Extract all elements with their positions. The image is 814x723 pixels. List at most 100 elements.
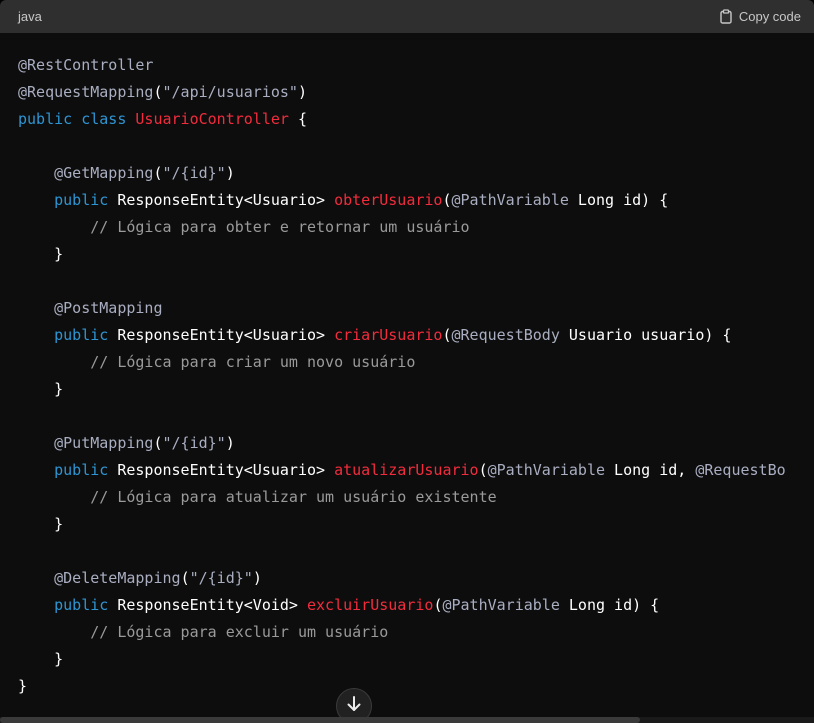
identifier-token xyxy=(18,434,54,452)
punctuation-token: ( xyxy=(153,434,163,452)
code-line: @RestController xyxy=(18,52,814,79)
annotation-token: @GetMapping xyxy=(54,164,154,182)
punctuation-token: { xyxy=(288,110,307,128)
punctuation-token: ( xyxy=(478,461,488,479)
code-line: // Lógica para obter e retornar um usuár… xyxy=(18,214,814,241)
horizontal-scrollbar[interactable] xyxy=(0,717,814,723)
code-text: @RestController @RequestMapping("/api/usu… xyxy=(0,33,814,700)
annotation-token: @DeleteMapping xyxy=(54,569,181,587)
comment-token: // Lógica para excluir um usuário xyxy=(90,623,389,641)
punctuation-token: ) xyxy=(252,569,262,587)
keyword-token: public xyxy=(54,596,109,614)
annotation-token: @RequestBody xyxy=(451,326,560,344)
method-name-token: atualizarUsuario xyxy=(334,461,479,479)
punctuation-token: } xyxy=(18,380,64,398)
type-token: ResponseEntity<Usuario> xyxy=(108,326,335,344)
punctuation-token: } xyxy=(18,677,28,695)
identifier-token xyxy=(18,326,54,344)
punctuation-token: ( xyxy=(442,191,452,209)
comment-token: // Lógica para criar um novo usuário xyxy=(90,353,416,371)
code-area[interactable]: @RestController @RequestMapping("/api/usu… xyxy=(0,33,814,723)
string-token: "/api/usuarios" xyxy=(162,83,298,101)
arrow-down-icon xyxy=(346,695,362,718)
annotation-token: @PathVariable xyxy=(487,461,606,479)
punctuation-token: ) xyxy=(297,83,307,101)
keyword-token: public xyxy=(54,326,109,344)
code-line: public ResponseEntity<Usuario> obterUsua… xyxy=(18,187,814,214)
identifier-token xyxy=(18,596,54,614)
annotation-token: @PathVariable xyxy=(451,191,569,209)
code-line: } xyxy=(18,511,814,538)
punctuation-token: } xyxy=(18,650,64,668)
code-block-header: java Copy code xyxy=(0,0,814,33)
annotation-token: @RestController xyxy=(18,56,154,74)
keyword-token: public xyxy=(54,191,109,209)
code-line: // Lógica para excluir um usuário xyxy=(18,619,814,646)
punctuation-token: ( xyxy=(442,326,452,344)
type-token: ResponseEntity<Usuario> xyxy=(108,461,335,479)
type-token: ResponseEntity<Void> xyxy=(108,596,307,614)
identifier-token: Long id, xyxy=(605,461,696,479)
identifier-token: Long id) { xyxy=(559,596,660,614)
identifier-token xyxy=(18,218,90,236)
annotation-token: @RequestBo xyxy=(695,461,786,479)
identifier-token xyxy=(18,191,54,209)
punctuation-token: ( xyxy=(153,83,163,101)
string-token: "/{id}" xyxy=(189,569,253,587)
identifier-token xyxy=(18,353,90,371)
code-line: } xyxy=(18,241,814,268)
punctuation-token: ) xyxy=(225,164,235,182)
identifier-token xyxy=(18,461,54,479)
code-line: } xyxy=(18,646,814,673)
code-line: @PostMapping xyxy=(18,295,814,322)
code-line: public ResponseEntity<Usuario> criarUsua… xyxy=(18,322,814,349)
identifier-token xyxy=(18,569,54,587)
annotation-token: @RequestMapping xyxy=(18,83,154,101)
code-line: public class UsuarioController { xyxy=(18,106,814,133)
method-name-token: obterUsuario xyxy=(334,191,443,209)
method-name-token: criarUsuario xyxy=(334,326,443,344)
language-label: java xyxy=(18,9,42,24)
type-token: ResponseEntity<Usuario> xyxy=(108,191,335,209)
code-line: @PutMapping("/{id}") xyxy=(18,430,814,457)
punctuation-token: ( xyxy=(180,569,190,587)
annotation-token: @PutMapping xyxy=(54,434,154,452)
identifier-token xyxy=(72,110,81,128)
identifier-token xyxy=(18,164,54,182)
punctuation-token: } xyxy=(18,515,64,533)
code-line: public ResponseEntity<Void> excluirUsuar… xyxy=(18,592,814,619)
code-line: public ResponseEntity<Usuario> atualizar… xyxy=(18,457,814,484)
code-line: @DeleteMapping("/{id}") xyxy=(18,565,814,592)
code-line: @GetMapping("/{id}") xyxy=(18,160,814,187)
copy-code-label: Copy code xyxy=(738,9,801,24)
comment-token: // Lógica para atualizar um usuário exis… xyxy=(90,488,497,506)
punctuation-token: } xyxy=(18,245,64,263)
copy-code-button[interactable]: Copy code xyxy=(719,9,801,24)
keyword-token: public xyxy=(54,461,109,479)
string-token: "/{id}" xyxy=(162,434,226,452)
code-line: } xyxy=(18,673,814,700)
keyword-token: public xyxy=(18,110,73,128)
code-line: } xyxy=(18,376,814,403)
method-name-token: UsuarioController xyxy=(135,110,289,128)
identifier-token xyxy=(18,623,90,641)
identifier-token xyxy=(18,299,54,317)
scrollbar-thumb[interactable] xyxy=(0,717,640,723)
punctuation-token: ) xyxy=(225,434,235,452)
annotation-token: @PostMapping xyxy=(54,299,163,317)
punctuation-token: ( xyxy=(153,164,163,182)
clipboard-icon xyxy=(719,9,733,24)
string-token: "/{id}" xyxy=(162,164,226,182)
code-line: // Lógica para atualizar um usuário exis… xyxy=(18,484,814,511)
annotation-token: @PathVariable xyxy=(442,596,560,614)
keyword-token: class xyxy=(81,110,127,128)
method-name-token: excluirUsuario xyxy=(307,596,434,614)
code-line: // Lógica para criar um novo usuário xyxy=(18,349,814,376)
identifier-token: Usuario usuario) { xyxy=(559,326,732,344)
comment-token: // Lógica para obter e retornar um usuár… xyxy=(90,218,470,236)
code-line: @RequestMapping("/api/usuarios") xyxy=(18,79,814,106)
